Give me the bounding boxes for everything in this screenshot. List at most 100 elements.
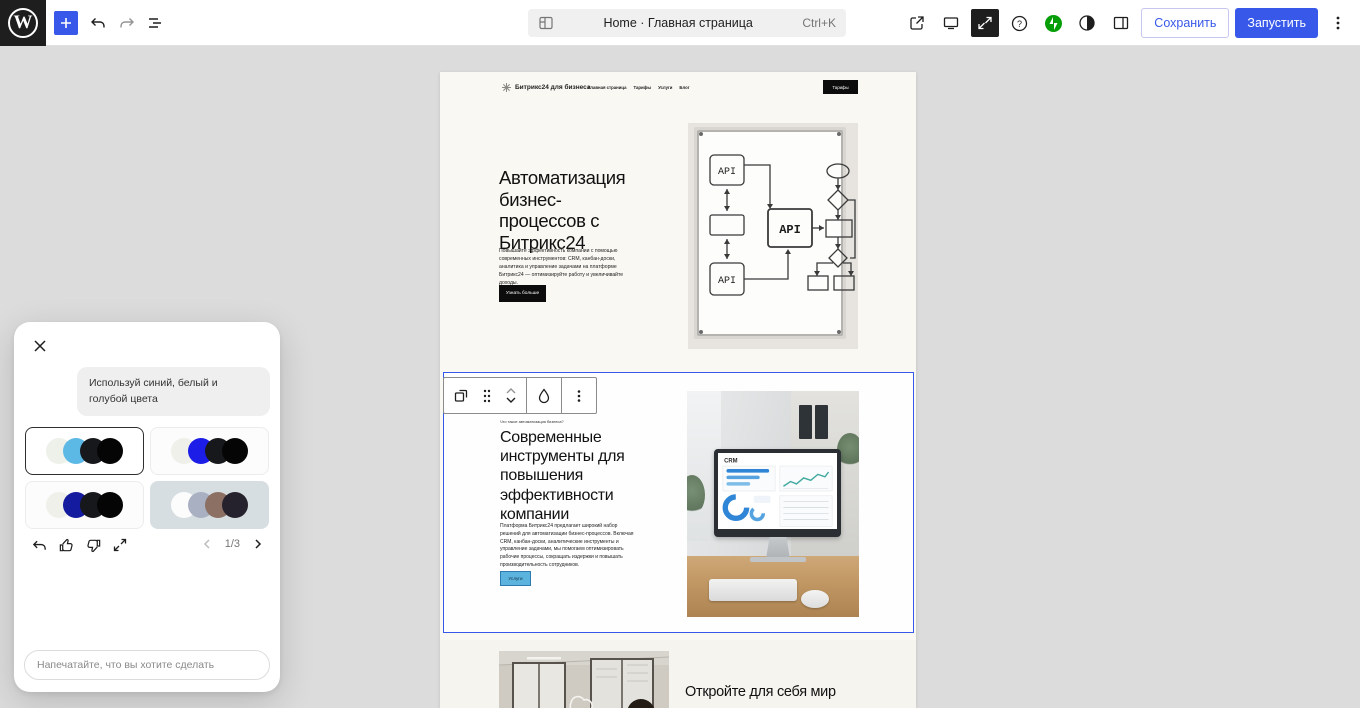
office-photo-graphic	[499, 651, 669, 708]
command-palette[interactable]: Home · Главная страница Ctrl+K	[528, 9, 846, 37]
expand-icon	[976, 14, 994, 32]
palette-option-1[interactable]	[25, 427, 144, 475]
nav-item-blog[interactable]: Блог	[679, 85, 689, 90]
nav-item-pricing[interactable]: Тарифы	[634, 85, 652, 90]
site-brand[interactable]: Битрикс24 для бизнеса	[502, 83, 591, 92]
prev-page-button[interactable]	[199, 536, 215, 552]
styles-button[interactable]	[531, 381, 557, 411]
block-mover[interactable]	[500, 387, 522, 404]
swatch	[222, 438, 248, 464]
plus-icon	[58, 15, 74, 31]
hero-image-whiteboard[interactable]: API API API	[688, 123, 858, 349]
section2-eyebrow[interactable]: Что такое автоматизация бизнеса?	[500, 419, 564, 424]
api-label-3: API	[718, 276, 736, 287]
color-drop-icon	[536, 388, 552, 404]
api-label-1: API	[718, 167, 736, 178]
help-button[interactable]: ?	[1005, 9, 1033, 37]
imac-base	[750, 557, 806, 562]
preview-desktop-button[interactable]	[937, 9, 965, 37]
layout-icon	[538, 15, 554, 31]
wordpress-logo-button[interactable]: W	[0, 0, 46, 46]
nav-item-home[interactable]: Главная страница	[588, 85, 627, 90]
palette-option-4[interactable]	[150, 481, 269, 529]
options-menu-button[interactable]	[1324, 9, 1352, 37]
settings-sidebar-button[interactable]	[1107, 9, 1135, 37]
svg-text:?: ?	[1017, 19, 1022, 29]
help-icon: ?	[1010, 14, 1029, 33]
shortcut-hint: Ctrl+K	[802, 16, 836, 30]
open-site-button[interactable]	[903, 9, 931, 37]
api-label-2: API	[779, 223, 801, 237]
document-title: Home · Главная страница	[554, 16, 802, 30]
hero-title[interactable]: Автоматизация бизнес-процессов с Битрикс…	[499, 167, 633, 254]
block-inserter-button[interactable]	[54, 11, 78, 35]
section3-title[interactable]: Откройте для себя мир	[685, 684, 905, 700]
close-panel-button[interactable]	[30, 336, 50, 356]
palette-option-3[interactable]	[25, 481, 144, 529]
swatch	[222, 492, 248, 518]
editor-topbar: W Home · Главная страница Ctrl+K ?	[0, 0, 1360, 46]
swatch	[97, 492, 123, 518]
ellipsis-vertical-icon	[571, 388, 587, 404]
next-page-button[interactable]	[250, 536, 266, 552]
swatch	[97, 438, 123, 464]
expand-icon	[112, 537, 128, 553]
ai-pagination: 1/3	[199, 536, 266, 552]
drag-handle[interactable]	[474, 381, 500, 411]
thumbs-up-icon	[58, 537, 75, 554]
block-options-button[interactable]	[566, 381, 592, 411]
thumbs-up-button[interactable]	[57, 536, 75, 554]
external-link-icon	[908, 14, 926, 32]
section3-block[interactable]: Откройте для себя мир	[440, 640, 916, 708]
jetpack-button[interactable]	[1039, 9, 1067, 37]
ai-prompt-input[interactable]	[24, 650, 270, 680]
nav-item-services[interactable]: Услуги	[658, 85, 672, 90]
binder	[799, 405, 812, 439]
list-view-icon	[146, 14, 164, 32]
crm-dashboard-graphic: CRM	[718, 453, 837, 529]
section2-title[interactable]: Современные инструменты для повышения эф…	[500, 428, 632, 524]
redo-button[interactable]	[115, 11, 139, 35]
site-brand-name: Битрикс24 для бизнеса	[515, 84, 591, 91]
save-button[interactable]: Сохранить	[1141, 8, 1229, 38]
transform-blocks-icon	[453, 387, 470, 404]
palette-option-2[interactable]	[150, 427, 269, 475]
section2-image-desk[interactable]: CRM	[687, 391, 859, 617]
section3-image-office[interactable]	[499, 651, 669, 708]
ellipsis-vertical-icon	[1329, 14, 1347, 32]
undo-button[interactable]	[86, 11, 110, 35]
imac-computer: CRM	[714, 449, 841, 545]
jetpack-icon	[1044, 14, 1063, 33]
chevron-down-icon	[505, 396, 517, 404]
chevron-right-icon	[253, 538, 263, 550]
imac-stand	[766, 537, 790, 559]
hero-cta-button[interactable]: Узнать больше	[499, 285, 546, 302]
binder	[815, 405, 828, 439]
site-logo-icon	[502, 83, 511, 92]
user-message-bubble: Используй синий, белый и голубой цвета	[77, 367, 270, 416]
thumbs-down-button[interactable]	[84, 536, 102, 554]
api-flowchart-illustration: API API API	[688, 123, 858, 349]
regenerate-undo-button[interactable]	[30, 536, 48, 554]
list-view-button[interactable]	[143, 11, 167, 35]
expand-result-button[interactable]	[111, 536, 129, 554]
header-cta-button[interactable]: Тарифы	[823, 80, 858, 94]
fullscreen-button[interactable]	[971, 9, 999, 37]
mouse	[801, 590, 829, 608]
hero-body[interactable]: Повышайте эффективность компании с помощ…	[499, 248, 629, 287]
launch-button[interactable]: Запустить	[1235, 8, 1318, 38]
block-toolbar	[443, 377, 597, 414]
undo-icon	[31, 537, 48, 554]
close-icon	[32, 338, 48, 354]
palette-options	[25, 427, 269, 529]
section2-cta-button[interactable]: Услуги	[500, 571, 531, 586]
desktop-icon	[942, 14, 960, 32]
section2-body[interactable]: Платформа Битрикс24 предлагает широкий н…	[500, 523, 636, 570]
site-header-block[interactable]: Битрикс24 для бизнеса Главная страница Т…	[440, 72, 916, 102]
thumbs-down-icon	[85, 537, 102, 554]
ai-feedback-actions	[30, 536, 129, 554]
block-type-button[interactable]	[448, 381, 474, 411]
contrast-button[interactable]	[1073, 9, 1101, 37]
chevron-up-icon	[505, 387, 517, 395]
wordpress-icon: W	[8, 8, 38, 38]
